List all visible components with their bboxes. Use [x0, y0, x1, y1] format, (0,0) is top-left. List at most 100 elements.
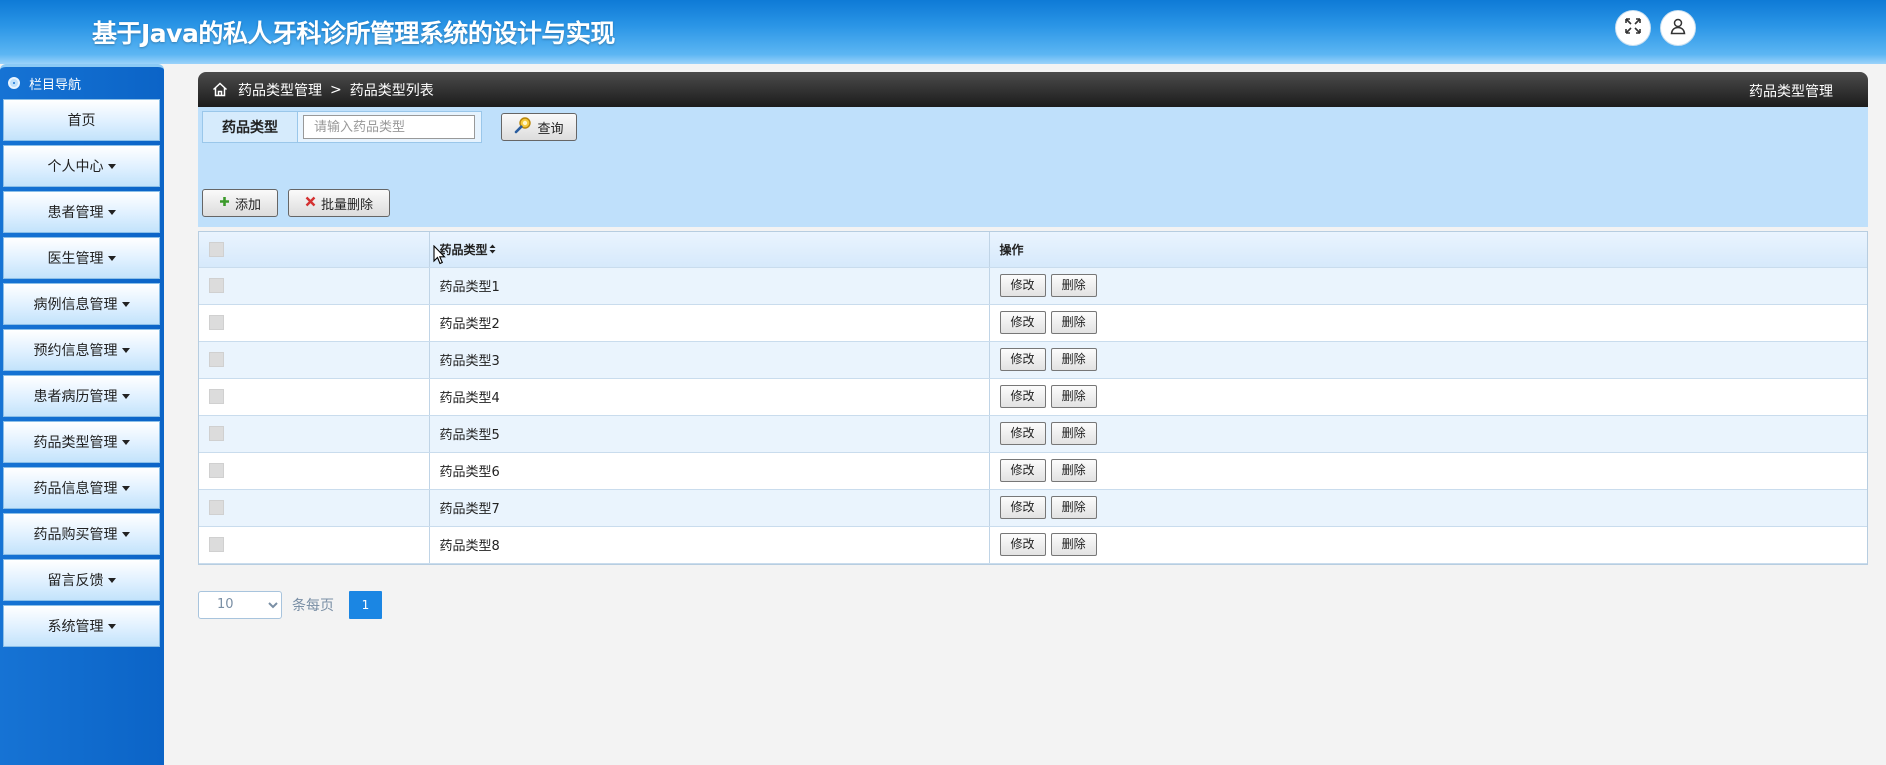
page-button-current[interactable]: 1 — [349, 590, 382, 619]
table-row: 药品类型6 修改 删除 — [199, 452, 1867, 490]
action-cell: 修改 删除 — [989, 452, 1867, 490]
breadcrumb-separator: > — [330, 81, 342, 98]
add-button[interactable]: 添加 — [202, 189, 278, 217]
delete-button[interactable]: 删除 — [1050, 385, 1097, 408]
user-menu-button[interactable] — [1660, 10, 1696, 46]
table-row: 药品类型3 修改 删除 — [199, 341, 1867, 379]
delete-button[interactable]: 删除 — [1050, 459, 1097, 482]
sidebar-item[interactable]: 药品类型管理 — [3, 421, 160, 463]
table-row: 药品类型5 修改 删除 — [199, 415, 1867, 453]
sidebar-item-label: 药品类型管理 — [33, 435, 118, 451]
delete-button[interactable]: 删除 — [1050, 311, 1097, 334]
breadcrumb-current: 药品类型列表 — [349, 82, 434, 99]
home-icon[interactable] — [212, 82, 228, 97]
caret-down-icon — [107, 623, 116, 629]
fullscreen-button[interactable] — [1615, 10, 1651, 46]
query-label: 查询 — [537, 121, 564, 137]
caret-down-icon — [107, 577, 116, 583]
sidebar-item[interactable]: 预约信息管理 — [3, 329, 160, 371]
sidebar-nav: 首页个人中心患者管理医生管理病例信息管理预约信息管理患者病历管理药品类型管理 药品… — [0, 99, 164, 647]
row-checkbox[interactable] — [209, 389, 224, 404]
sidebar-item-label: 医生管理 — [47, 251, 104, 267]
action-cell: 修改 删除 — [989, 526, 1867, 564]
table-row: 药品类型4 修改 删除 — [199, 378, 1867, 416]
breadcrumb-parent[interactable]: 药品类型管理 — [238, 80, 322, 100]
row-select-cell — [199, 526, 430, 564]
caret-down-icon — [121, 439, 130, 445]
delete-button[interactable]: 删除 — [1050, 533, 1097, 556]
app-title: 基于Java的私人牙科诊所管理系统的设计与实现 — [92, 19, 615, 48]
sidebar-item[interactable]: 留言反馈 — [3, 559, 160, 601]
row-select-cell — [199, 304, 430, 342]
sidebar-item[interactable]: 患者病历管理 — [3, 375, 160, 417]
edit-button[interactable]: 修改 — [999, 385, 1046, 408]
delete-button[interactable]: 删除 — [1050, 274, 1097, 297]
sidebar-item[interactable]: 系统管理 — [3, 605, 160, 647]
row-select-cell — [199, 267, 430, 305]
action-cell: 修改 删除 — [989, 378, 1867, 416]
delete-button[interactable]: 删除 — [1050, 496, 1097, 519]
sidebar-item-label: 药品信息管理 — [33, 481, 118, 497]
table-row: 药品类型2 修改 删除 — [199, 304, 1867, 342]
caret-down-icon — [121, 347, 130, 353]
edit-button[interactable]: 修改 — [999, 459, 1046, 482]
mouse-cursor-icon — [433, 244, 447, 269]
sidebar-item[interactable]: 药品信息管理 — [3, 467, 160, 509]
edit-button[interactable]: 修改 — [999, 533, 1046, 556]
type-cell: 药品类型3 — [429, 341, 990, 379]
select-all-checkbox[interactable] — [209, 241, 224, 257]
caret-down-icon — [107, 209, 116, 215]
type-cell: 药品类型5 — [429, 415, 990, 453]
select-all-column — [199, 232, 430, 268]
sidebar-item-label: 系统管理 — [47, 619, 104, 635]
sidebar-item[interactable]: 药品购买管理 — [3, 513, 160, 555]
type-column-header[interactable]: 药品类型 — [429, 232, 990, 268]
row-checkbox[interactable] — [209, 537, 224, 552]
table-row: 药品类型1 修改 删除 — [199, 267, 1867, 305]
main-content: 药品类型管理 > 药品类型列表 药品类型管理 药品类型 查询 添加 — [198, 72, 1868, 619]
caret-down-icon — [107, 163, 116, 169]
page-size-select[interactable]: 10 — [198, 590, 282, 619]
edit-button[interactable]: 修改 — [999, 311, 1046, 334]
per-page-label: 条每页 — [292, 597, 334, 614]
sidebar-item-label: 患者管理 — [47, 205, 104, 221]
edit-button[interactable]: 修改 — [999, 496, 1046, 519]
caret-down-icon — [107, 255, 116, 261]
action-cell: 修改 删除 — [989, 341, 1867, 379]
search-input[interactable] — [303, 115, 475, 139]
type-cell: 药品类型7 — [429, 489, 990, 527]
batch-delete-button[interactable]: 批量删除 — [288, 189, 390, 217]
action-cell: 修改 删除 — [989, 267, 1867, 305]
delete-button[interactable]: 删除 — [1050, 422, 1097, 445]
sidebar-item[interactable]: 个人中心 — [3, 145, 160, 187]
row-checkbox[interactable] — [209, 426, 224, 441]
edit-button[interactable]: 修改 — [999, 348, 1046, 371]
close-icon — [305, 196, 321, 211]
row-checkbox[interactable] — [209, 500, 224, 515]
plus-icon — [219, 196, 235, 211]
edit-button[interactable]: 修改 — [999, 274, 1046, 297]
row-checkbox[interactable] — [209, 352, 224, 367]
row-checkbox[interactable] — [209, 463, 224, 478]
sidebar-item[interactable]: 医生管理 — [3, 237, 160, 279]
action-cell: 修改 删除 — [989, 304, 1867, 342]
row-checkbox[interactable] — [209, 315, 224, 330]
query-button[interactable]: 查询 — [501, 113, 577, 141]
table-row: 药品类型8 修改 删除 — [199, 526, 1867, 564]
delete-button[interactable]: 删除 — [1050, 348, 1097, 371]
sidebar-item[interactable]: 患者管理 — [3, 191, 160, 233]
sidebar-item-label: 药品购买管理 — [33, 527, 118, 543]
breadcrumb: 药品类型管理 > 药品类型列表 药品类型管理 — [198, 72, 1868, 107]
sidebar-item-label: 首页 — [67, 113, 96, 129]
sort-icon — [489, 243, 496, 257]
sidebar-item[interactable]: 首页 — [3, 99, 160, 141]
row-select-cell — [199, 489, 430, 527]
sidebar-heading-label: 栏目导航 — [29, 77, 82, 93]
caret-down-icon — [121, 393, 130, 399]
row-checkbox[interactable] — [209, 278, 224, 293]
action-column-header: 操作 — [989, 232, 1867, 268]
table-row: 药品类型7 修改 删除 — [199, 489, 1867, 527]
edit-button[interactable]: 修改 — [999, 422, 1046, 445]
sidebar-item[interactable]: 病例信息管理 — [3, 283, 160, 325]
sidebar-item-label: 预约信息管理 — [33, 343, 118, 359]
